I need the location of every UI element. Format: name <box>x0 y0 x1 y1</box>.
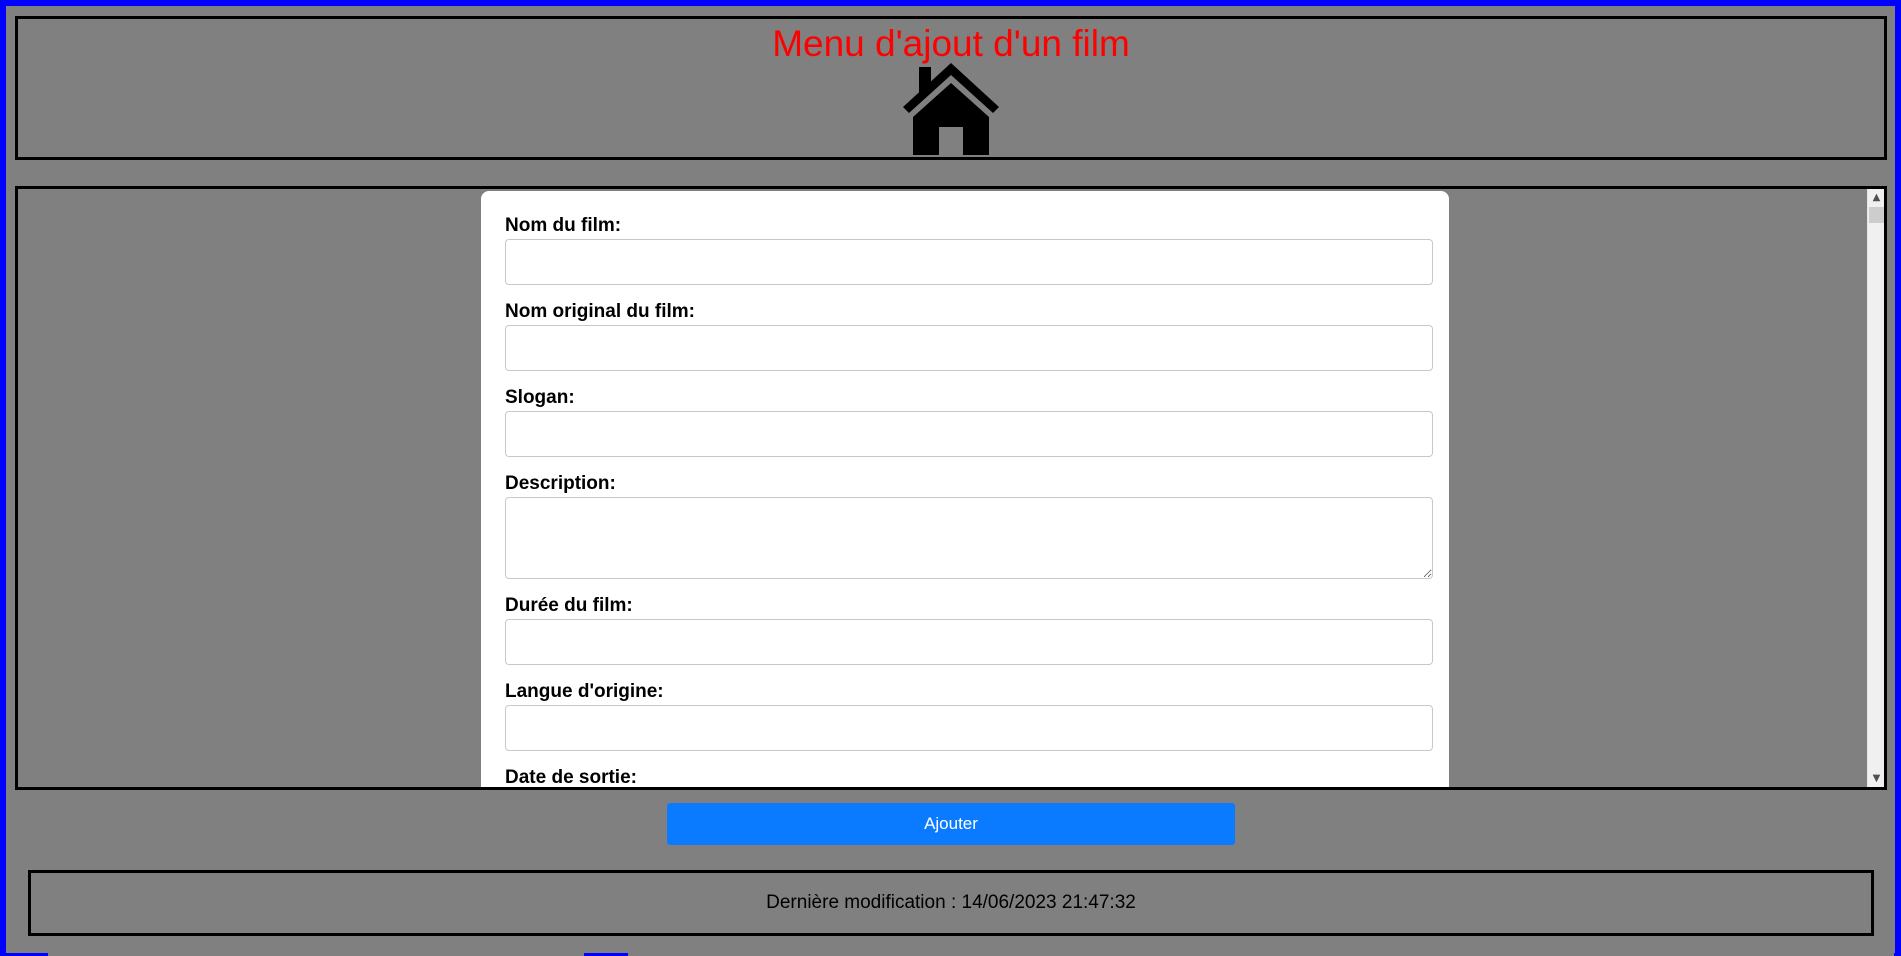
duration-label: Durée du film: <box>505 595 633 616</box>
release-date-label: Date de sortie: <box>505 767 637 788</box>
description-label: Description: <box>505 473 616 494</box>
page-footer: Dernière modification : 14/06/2023 21:47… <box>28 870 1874 936</box>
slogan-label: Slogan: <box>505 387 575 408</box>
original-name-input[interactable] <box>505 325 1433 371</box>
description-textarea[interactable] <box>505 497 1433 579</box>
page-title: Menu d'ajout d'un film <box>772 23 1130 64</box>
form-scroll-container[interactable]: Nom du film: Nom original du film: Sloga… <box>15 186 1887 790</box>
add-film-form: Nom du film: Nom original du film: Sloga… <box>481 191 1449 788</box>
vertical-scrollbar[interactable]: ▲ ▼ <box>1867 189 1884 787</box>
language-label: Langue d'origine: <box>505 681 664 702</box>
home-icon <box>903 63 999 155</box>
scrollbar-thumb[interactable] <box>1869 207 1884 223</box>
language-input[interactable] <box>505 705 1433 751</box>
duration-input[interactable] <box>505 619 1433 665</box>
add-film-button[interactable]: Ajouter <box>667 803 1235 845</box>
scroll-up-arrow-icon[interactable]: ▲ <box>1868 189 1884 206</box>
scroll-down-arrow-icon[interactable]: ▼ <box>1868 770 1884 787</box>
original-name-label: Nom original du film: <box>505 301 695 322</box>
slogan-input[interactable] <box>505 411 1433 457</box>
last-modified-text: Dernière modification : 14/06/2023 21:47… <box>766 892 1136 913</box>
film-name-input[interactable] <box>505 239 1433 285</box>
film-name-label: Nom du film: <box>505 215 622 236</box>
home-link[interactable] <box>903 63 999 155</box>
page-header: Menu d'ajout d'un film <box>15 16 1887 160</box>
